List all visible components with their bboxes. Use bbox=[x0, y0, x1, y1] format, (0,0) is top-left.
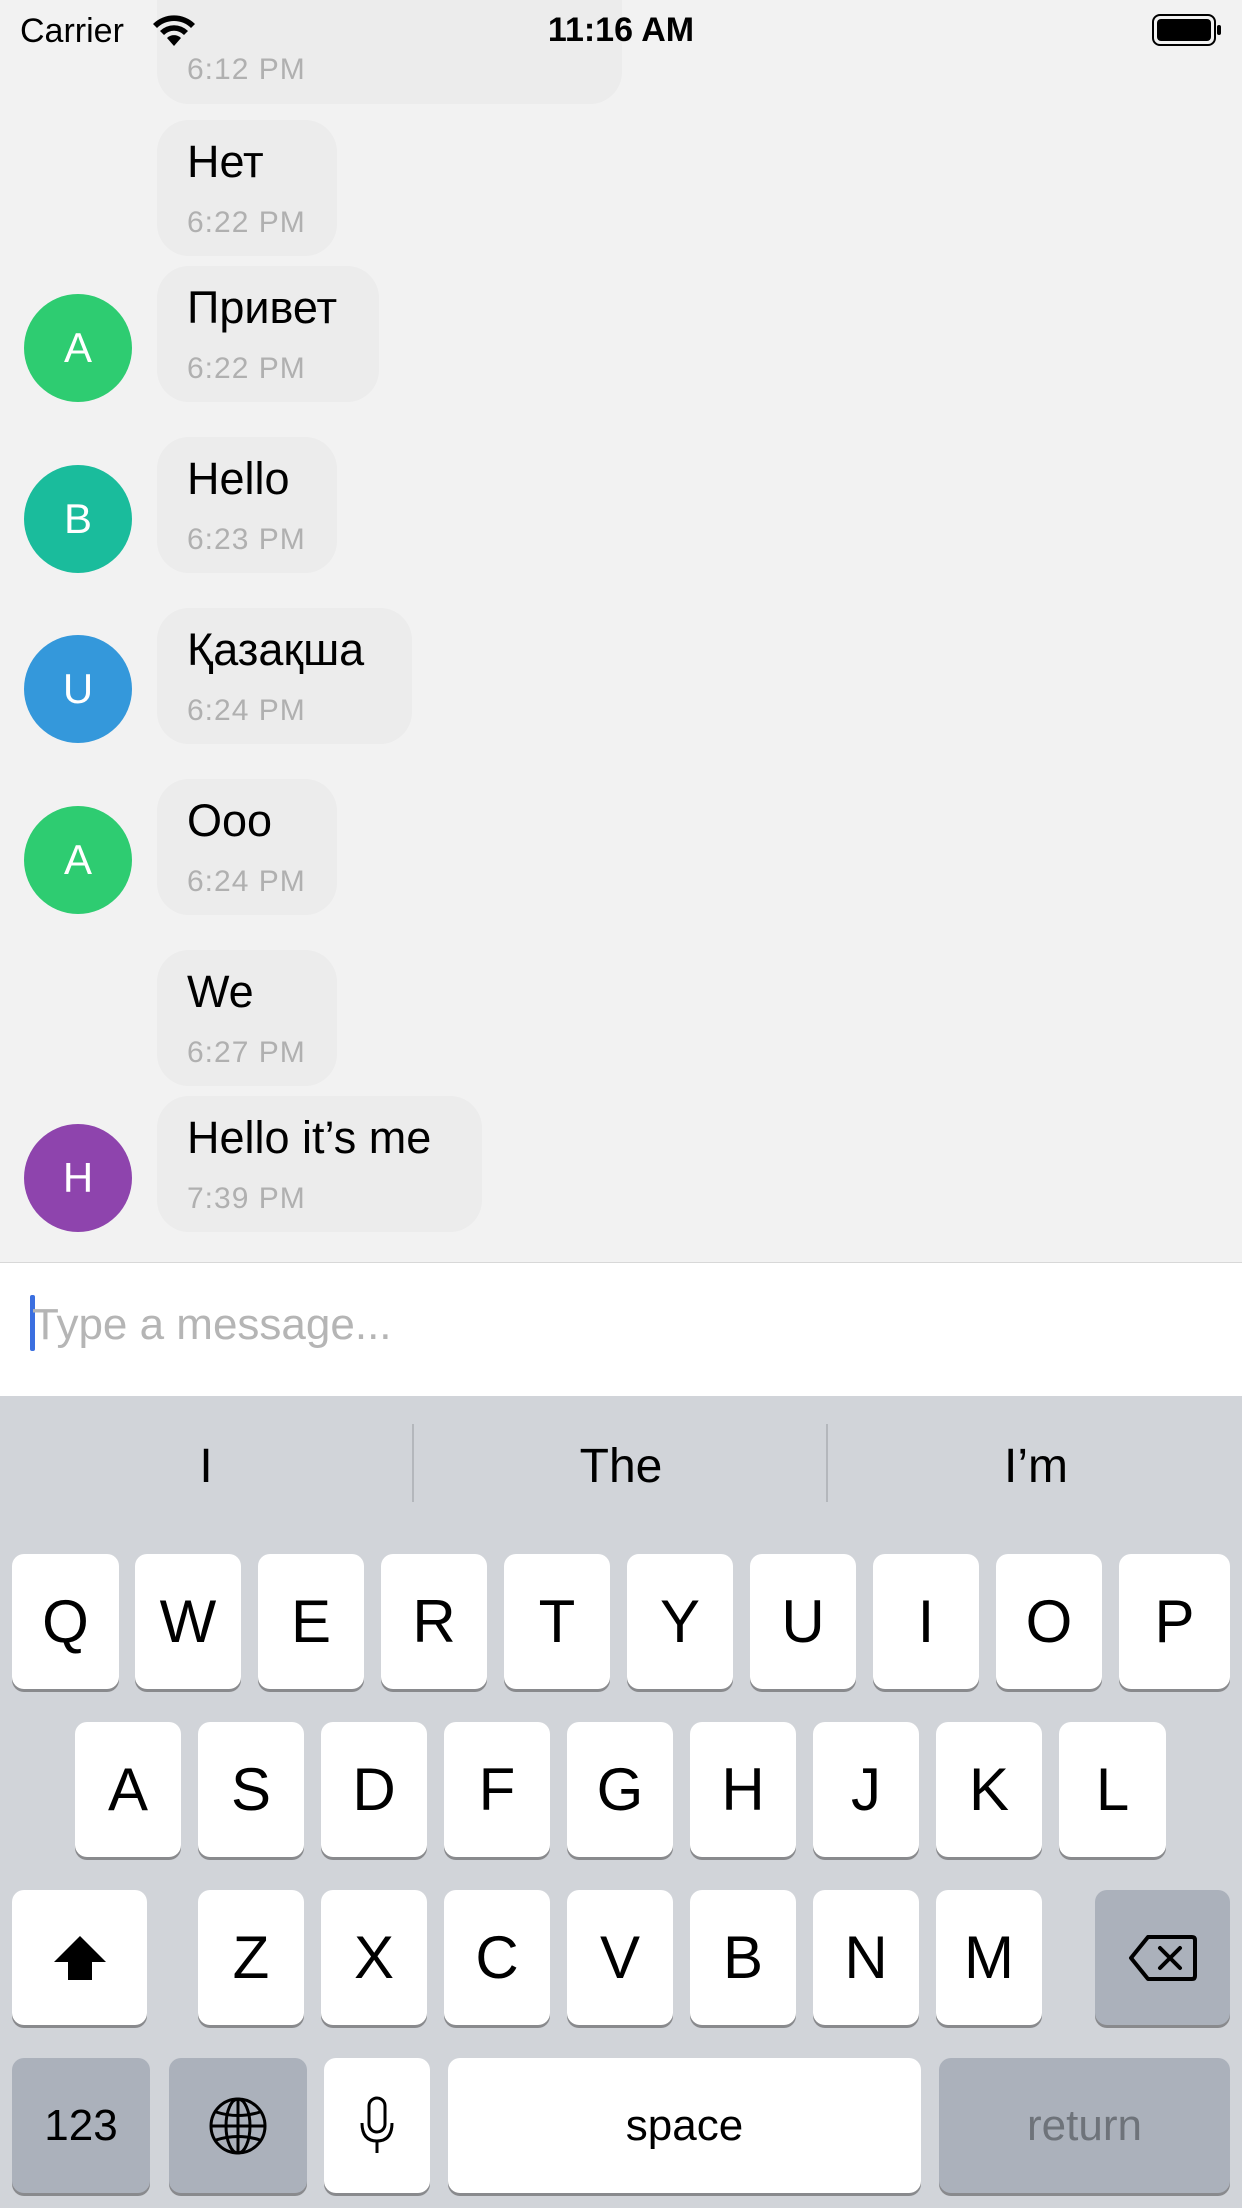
key-f[interactable]: F bbox=[444, 1722, 550, 1857]
key-z[interactable]: Z bbox=[198, 1890, 304, 2025]
key-d[interactable]: D bbox=[321, 1722, 427, 1857]
key-n[interactable]: N bbox=[813, 1890, 919, 2025]
avatar[interactable]: A bbox=[24, 294, 132, 402]
suggestion-1[interactable]: I bbox=[0, 1424, 412, 1510]
keyboard: I The I’m Q W E R T Y U I O P A S D F G … bbox=[0, 1396, 1242, 2208]
message-text: Hello it’s me bbox=[187, 1112, 432, 1163]
avatar-letter: A bbox=[63, 836, 92, 883]
message-bubble: Hello 6:23 PM bbox=[157, 437, 337, 573]
message-text: Нет bbox=[187, 136, 264, 187]
status-bar: Carrier 11:16 AM bbox=[0, 0, 1242, 62]
avatar-letter: U bbox=[62, 665, 94, 712]
key-q[interactable]: Q bbox=[12, 1554, 119, 1689]
suggestion-divider bbox=[412, 1424, 414, 1502]
message-list[interactable]: 6:12 PM Нет 6:22 PM A Привет 6:22 PM B H… bbox=[0, 0, 1242, 1262]
suggestion-2[interactable]: The bbox=[415, 1424, 827, 1510]
avatar-letter: B bbox=[63, 495, 92, 542]
return-key[interactable]: return bbox=[939, 2058, 1230, 2193]
key-i[interactable]: I bbox=[873, 1554, 979, 1689]
key-j[interactable]: J bbox=[813, 1722, 919, 1857]
avatar-letter: H bbox=[62, 1154, 94, 1201]
message-text: We bbox=[187, 966, 254, 1017]
status-time: 11:16 AM bbox=[547, 11, 695, 49]
key-g[interactable]: G bbox=[567, 1722, 673, 1857]
message-input[interactable] bbox=[32, 1285, 1182, 1365]
key-k[interactable]: K bbox=[936, 1722, 1042, 1857]
message-composer bbox=[0, 1262, 1242, 1397]
avatar[interactable]: B bbox=[24, 465, 132, 573]
message-time: 6:22 PM bbox=[187, 206, 306, 239]
message-bubble: Hello it’s me 7:39 PM bbox=[157, 1096, 482, 1232]
suggestion-3[interactable]: I’m bbox=[830, 1424, 1242, 1510]
shift-icon bbox=[53, 1935, 106, 1980]
dictation-key[interactable] bbox=[324, 2058, 430, 2193]
message-time: 6:24 PM bbox=[187, 694, 306, 727]
key-m[interactable]: M bbox=[936, 1890, 1042, 2025]
message-bubble: Привет 6:22 PM bbox=[157, 266, 379, 402]
message-text: Привет bbox=[187, 282, 338, 333]
message-text: Қазақша bbox=[187, 624, 365, 675]
key-l[interactable]: L bbox=[1059, 1722, 1166, 1857]
key-o[interactable]: O bbox=[996, 1554, 1102, 1689]
avatar[interactable]: U bbox=[24, 635, 132, 743]
message-bubble: Нет 6:22 PM bbox=[157, 120, 337, 256]
message-text: Hello bbox=[187, 453, 290, 504]
avatar[interactable]: A bbox=[24, 806, 132, 914]
key-h[interactable]: H bbox=[690, 1722, 796, 1857]
shift-key[interactable] bbox=[12, 1890, 147, 2025]
key-w[interactable]: W bbox=[135, 1554, 241, 1689]
key-u[interactable]: U bbox=[750, 1554, 856, 1689]
avatar[interactable]: H bbox=[24, 1124, 132, 1232]
key-t[interactable]: T bbox=[504, 1554, 610, 1689]
message-text: Ooo bbox=[187, 795, 273, 846]
key-x[interactable]: X bbox=[321, 1890, 427, 2025]
key-p[interactable]: P bbox=[1119, 1554, 1230, 1689]
avatar-letter: A bbox=[63, 324, 92, 371]
message-time: 6:24 PM bbox=[187, 865, 306, 898]
key-y[interactable]: Y bbox=[627, 1554, 733, 1689]
key-b[interactable]: B bbox=[690, 1890, 796, 2025]
globe-icon bbox=[209, 2097, 267, 2154]
message-bubble: We 6:27 PM bbox=[157, 950, 337, 1086]
message-bubble: Қазақша 6:24 PM bbox=[157, 608, 412, 744]
backspace-key[interactable] bbox=[1095, 1890, 1230, 2025]
battery-icon bbox=[1152, 14, 1221, 46]
backspace-icon bbox=[1128, 1934, 1197, 1981]
key-s[interactable]: S bbox=[198, 1722, 304, 1857]
message-bubble: Ooo 6:24 PM bbox=[157, 779, 337, 915]
suggestion-bar: I The I’m bbox=[0, 1396, 1242, 1544]
message-time: 7:39 PM bbox=[187, 1182, 306, 1215]
numbers-key[interactable]: 123 bbox=[12, 2058, 150, 2193]
key-v[interactable]: V bbox=[567, 1890, 673, 2025]
space-key[interactable]: space bbox=[448, 2058, 921, 2193]
key-a[interactable]: A bbox=[75, 1722, 181, 1857]
message-time: 6:27 PM bbox=[187, 1036, 306, 1069]
key-r[interactable]: R bbox=[381, 1554, 487, 1689]
message-time: 6:22 PM bbox=[187, 352, 306, 385]
key-c[interactable]: C bbox=[444, 1890, 550, 2025]
globe-key[interactable] bbox=[169, 2058, 307, 2193]
microphone-icon bbox=[360, 2096, 394, 2153]
key-e[interactable]: E bbox=[258, 1554, 364, 1689]
suggestion-divider bbox=[826, 1424, 828, 1502]
message-time: 6:23 PM bbox=[187, 523, 306, 556]
